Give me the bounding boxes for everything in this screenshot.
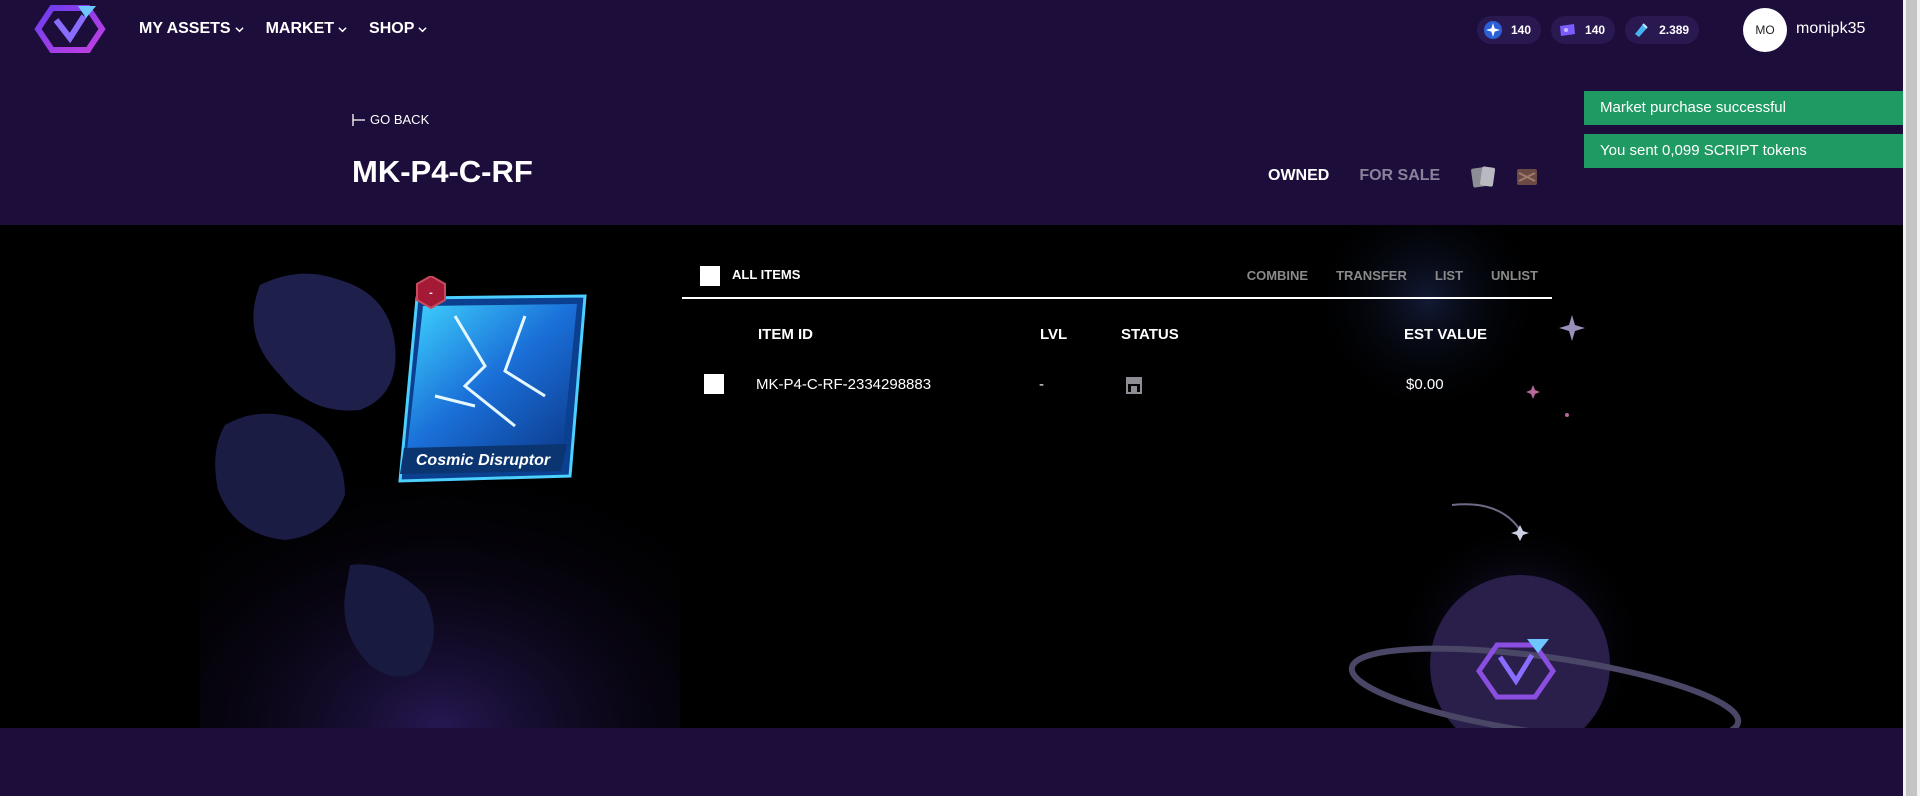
currency-ticket[interactable]: 140	[1551, 16, 1616, 44]
star-token-icon	[1484, 21, 1502, 39]
main-nav: MY ASSETS MARKET SHOP	[139, 20, 427, 38]
ticket-icon	[1560, 24, 1576, 36]
currency-balances: 140 140 2.389	[1477, 16, 1700, 44]
script-token-icon	[1635, 23, 1648, 37]
inventory-view-icon[interactable]	[1513, 163, 1543, 191]
go-back-link[interactable]: GO BACK	[352, 112, 429, 127]
tab-owned[interactable]: OWNED	[1268, 167, 1329, 185]
page-scrollbar[interactable]	[1903, 0, 1920, 796]
currency-star-token[interactable]: 140	[1477, 16, 1542, 44]
nav-shop[interactable]: SHOP	[369, 20, 427, 38]
game-logo-icon[interactable]	[34, 2, 106, 56]
combine-button[interactable]: COMBINE	[1247, 268, 1308, 283]
row-checkbox[interactable]	[704, 374, 724, 394]
unlist-button[interactable]: UNLIST	[1491, 268, 1538, 283]
username[interactable]: monipk35	[1796, 20, 1865, 38]
tab-for-sale[interactable]: FOR SALE	[1359, 167, 1440, 185]
scrollbar-thumb[interactable]	[1906, 0, 1917, 796]
chevron-down-icon	[234, 26, 244, 32]
nav-my-assets-label: MY ASSETS	[139, 20, 231, 37]
row-item-id[interactable]: MK-P4-C-RF-2334298883	[756, 376, 931, 393]
header-lvl: LVL	[1040, 326, 1068, 343]
nav-my-assets[interactable]: MY ASSETS	[139, 20, 244, 38]
asset-card-cosmic-disruptor[interactable]: - Cosmic Disruptor	[395, 276, 590, 502]
toast-purchase-success[interactable]: Market purchase successful	[1584, 91, 1904, 125]
header-status: STATUS	[1121, 326, 1179, 343]
back-arrow-icon	[352, 113, 365, 126]
row-est-value: $0.00	[1406, 376, 1444, 393]
select-all-checkbox[interactable]	[700, 266, 720, 286]
currency-script-token[interactable]: 2.389	[1625, 16, 1700, 44]
view-toggle	[1469, 163, 1543, 191]
currency-script-value: 2.389	[1659, 23, 1690, 37]
nav-market-label: MARKET	[265, 20, 335, 37]
nav-market[interactable]: MARKET	[266, 20, 347, 38]
chevron-down-icon	[418, 26, 427, 32]
page-title: MK-P4-C-RF	[352, 154, 533, 189]
space-background-illustration	[200, 225, 1742, 728]
list-button[interactable]: LIST	[1435, 268, 1463, 283]
footer-band	[0, 728, 1903, 796]
ownership-filter-tabs: OWNED FOR SALE	[1268, 167, 1440, 185]
card-badge: -	[429, 287, 433, 299]
currency-star-value: 140	[1511, 23, 1532, 37]
assets-panel: - Cosmic Disruptor ALL ITEMS COMBINE TRA…	[0, 225, 1903, 728]
nav-shop-label: SHOP	[369, 20, 415, 37]
transfer-button[interactable]: TRANSFER	[1336, 268, 1407, 283]
table-divider	[682, 297, 1552, 299]
card-name: Cosmic Disruptor	[416, 452, 551, 469]
chevron-down-icon	[338, 26, 347, 32]
bulk-actions-toolbar: ALL ITEMS COMBINE TRANSFER LIST UNLIST	[682, 261, 1552, 293]
top-navigation-bar: MY ASSETS MARKET SHOP 140 140 2.389 MO m…	[0, 0, 1903, 60]
toast-tokens-sent[interactable]: You sent 0,099 SCRIPT tokens	[1584, 134, 1904, 168]
store-icon	[1126, 377, 1142, 394]
go-back-label: GO BACK	[370, 112, 430, 127]
all-items-label: ALL ITEMS	[732, 267, 801, 282]
header-item-id: ITEM ID	[758, 326, 813, 343]
cards-view-icon[interactable]	[1469, 163, 1499, 191]
row-lvl: -	[1039, 376, 1044, 393]
header-est-value: EST VALUE	[1404, 326, 1488, 343]
avatar[interactable]: MO	[1743, 8, 1787, 52]
currency-ticket-value: 140	[1585, 23, 1606, 37]
bulk-actions: COMBINE TRANSFER LIST UNLIST	[1247, 268, 1538, 283]
